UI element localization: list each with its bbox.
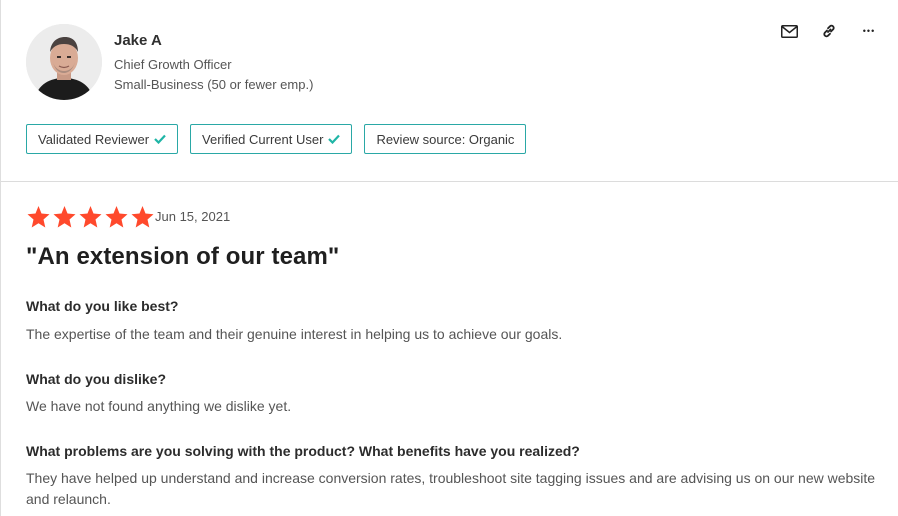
- reviewer-badges: Validated Reviewer Verified Current User…: [26, 124, 527, 154]
- review-card: Jake A Chief Growth Officer Small-Busine…: [0, 0, 898, 516]
- badge-validated-reviewer[interactable]: Validated Reviewer: [26, 124, 179, 154]
- reviewer-name[interactable]: Jake A: [114, 32, 162, 49]
- mail-icon[interactable]: [780, 22, 798, 40]
- review-date: Jun 15, 2021: [155, 209, 231, 224]
- star-icon: [79, 206, 102, 228]
- star-icon: [27, 206, 50, 228]
- question-problems-benefits: What problems are you solving with the p…: [26, 443, 580, 459]
- check-icon: [328, 132, 341, 147]
- star-icon: [105, 206, 128, 228]
- question-dislike: What do you dislike?: [26, 371, 167, 387]
- star-rating: [26, 205, 155, 229]
- check-icon: [154, 132, 166, 147]
- answer-like-best: The expertise of the team and their genu…: [26, 326, 563, 342]
- answer-problems-benefits: They have helped up understand and incre…: [26, 470, 876, 507]
- badge-label: Review source: Organic: [376, 131, 515, 147]
- star-icon: [53, 206, 76, 228]
- question-like-best: What do you like best?: [26, 298, 179, 314]
- answer-dislike: We have not found anything we dislike ye…: [26, 398, 292, 414]
- link-icon[interactable]: [820, 22, 838, 40]
- badge-label: Validated Reviewer: [38, 131, 150, 147]
- more-icon[interactable]: •••: [860, 22, 878, 40]
- reviewer-photo: [26, 24, 102, 100]
- review-headline[interactable]: "An extension of our team": [26, 243, 339, 271]
- avatar[interactable]: [26, 24, 102, 100]
- section-divider: [1, 181, 898, 182]
- more-icon-glyph: •••: [862, 26, 876, 36]
- badge-review-source[interactable]: Review source: Organic: [364, 124, 527, 154]
- review-actions: •••: [780, 22, 878, 40]
- badge-label: Verified Current User: [202, 131, 324, 147]
- badge-verified-current-user[interactable]: Verified Current User: [190, 124, 353, 154]
- star-icon: [131, 206, 154, 228]
- reviewer-title: Chief Growth Officer: [114, 57, 232, 72]
- reviewer-company-size: Small-Business (50 or fewer emp.): [114, 77, 314, 92]
